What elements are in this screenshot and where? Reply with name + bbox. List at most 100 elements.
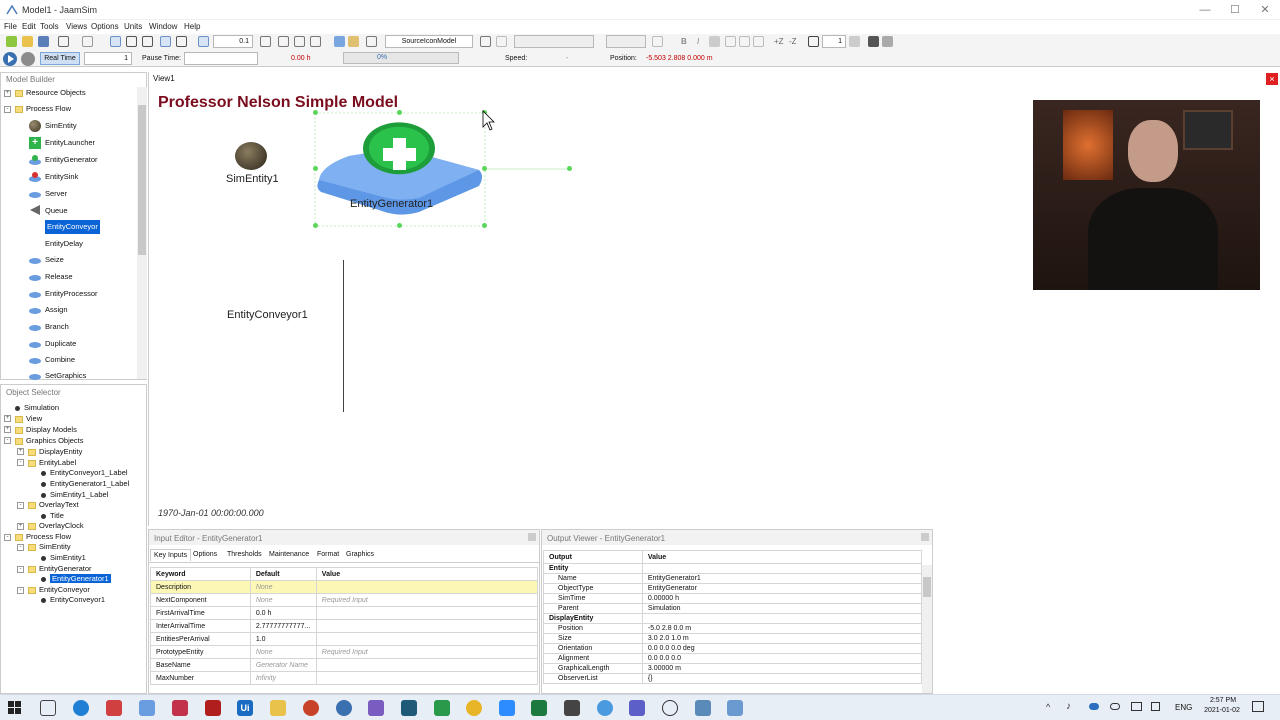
palette-entitylauncher[interactable]: EntityLauncher [45,136,95,150]
bold-icon[interactable]: B [681,37,687,46]
entity-generator-graphic[interactable] [309,108,579,232]
clock-time[interactable]: 2:57 PM [1206,697,1240,704]
real-time-toggle[interactable]: Real Time [40,52,80,65]
output-viewer-scrollbar[interactable] [922,565,932,693]
tab-graphics[interactable]: Graphics [346,551,374,558]
table-row[interactable]: GraphicalLength 3.00000 m [543,663,923,674]
find-icon[interactable] [366,36,377,47]
edge-icon[interactable] [73,700,89,716]
snap-icon[interactable] [160,36,171,47]
value-cell[interactable]: Required Input [315,645,539,659]
resize-handle[interactable] [313,166,318,171]
expand-icon[interactable]: + [4,426,11,433]
table-row[interactable]: Alignment 0.0 0.0 0.0 [543,653,923,664]
tab-format[interactable]: Format [317,551,339,558]
snap-spacing-input[interactable]: 0.1 [213,35,253,48]
pencil-icon[interactable] [480,36,491,47]
value-cell[interactable] [315,632,539,646]
palette-release[interactable]: Release [45,270,73,284]
link-icon[interactable] [278,36,289,47]
palette-simentity[interactable]: SimEntity [45,119,77,133]
reset-button[interactable] [21,52,35,66]
fill-color-icon[interactable] [882,36,893,47]
battery-icon[interactable] [1151,702,1160,711]
snap-grid-icon[interactable] [176,36,187,47]
clock-date[interactable]: 2021-01-02 [1202,707,1242,714]
palette-entitygenerator[interactable]: EntityGenerator [45,153,98,167]
resize-handle[interactable] [397,223,402,228]
previous-icon[interactable] [294,36,305,47]
tab-thresholds[interactable]: Thresholds [227,551,262,558]
maximize-button[interactable]: ☐ [1220,2,1250,18]
table-row[interactable]: Parent Simulation [543,603,923,614]
collapse-icon[interactable]: - [17,459,24,466]
menu-window[interactable]: Window [149,22,177,31]
volume-icon[interactable]: ♪ [1066,701,1071,712]
new-icon[interactable] [6,36,17,47]
palette-entityprocessor[interactable]: EntityProcessor [45,287,98,301]
collapse-icon[interactable]: - [4,106,11,113]
input-editor-close-icon[interactable] [528,533,536,541]
palette-entitydelay[interactable]: EntityDelay [45,237,83,251]
rotate-handle[interactable] [567,166,572,171]
simentity1-label[interactable]: SimEntity1 [226,173,279,185]
real-time-factor-input[interactable]: 1 [84,52,132,65]
excel-icon[interactable] [531,700,547,716]
minimize-button[interactable]: — [1190,2,1220,18]
align-center-icon[interactable] [739,36,750,47]
table-row[interactable]: PrototypeEntity None Required Input [150,645,539,659]
palette-entityconveyor[interactable]: EntityConveyor [45,220,100,234]
outline-icon[interactable] [808,36,819,47]
collapse-icon[interactable]: - [17,544,24,551]
expand-icon[interactable]: + [4,90,11,97]
menu-file[interactable]: File [4,22,17,31]
tree-item-entityconveyor1[interactable]: EntityConveyor1 [41,593,105,607]
run-button[interactable] [3,52,17,66]
resize-handle[interactable] [482,166,487,171]
value-cell[interactable] [315,619,539,633]
windows-start-icon[interactable] [8,701,21,716]
collapse-icon[interactable]: - [17,566,24,573]
collapse-icon[interactable]: - [4,437,11,444]
palette-duplicate[interactable]: Duplicate [45,337,76,351]
app-icon[interactable] [695,700,711,716]
simentity-sphere[interactable] [235,142,267,170]
tree-folder-resource-objects[interactable]: Resource Objects [15,86,86,100]
table-row[interactable]: Description None [150,580,539,594]
table-row[interactable]: Size 3.0 2.0 1.0 m [543,633,923,644]
collapse-icon[interactable]: - [17,587,24,594]
language-indicator[interactable]: ENG [1175,703,1192,712]
next-icon[interactable] [310,36,321,47]
palette-seize[interactable]: Seize [45,253,64,267]
line-color-icon[interactable] [849,36,860,47]
collapse-icon[interactable]: - [17,502,24,509]
store-icon[interactable] [106,700,122,716]
table-row[interactable]: Position -5.0 2.8 0.0 m [543,623,923,634]
save-icon[interactable] [38,36,49,47]
line-width-input[interactable]: 1 [822,35,846,48]
menu-views[interactable]: Views [66,22,87,31]
task-view-icon[interactable] [40,700,56,716]
generator1-label[interactable]: EntityGenerator1 [350,198,433,210]
tab-options[interactable]: Options [193,551,217,558]
expand-icon[interactable]: + [17,523,24,530]
2d-view-icon[interactable] [110,36,121,47]
resize-handle[interactable] [397,110,402,115]
table-row[interactable]: ObserverList{} [543,673,923,684]
open-icon[interactable] [22,36,33,47]
resize-handle[interactable] [313,223,318,228]
onedrive-icon[interactable] [1089,703,1099,710]
app-icon[interactable] [368,700,384,716]
value-cell[interactable]: Required Input [315,593,539,607]
app-icon[interactable] [139,700,155,716]
tab-maintenance[interactable]: Maintenance [269,551,309,558]
paste-icon[interactable] [348,36,359,47]
palette-queue[interactable]: Queue [45,204,68,218]
palette-branch[interactable]: Branch [45,320,69,334]
cloud-icon[interactable] [1110,703,1120,710]
uipath-icon[interactable]: Ui [237,700,253,716]
teams-icon[interactable] [629,700,645,716]
font-grow-icon[interactable] [652,36,663,47]
show-axes-icon[interactable] [126,36,137,47]
conveyor-line[interactable] [343,260,344,412]
